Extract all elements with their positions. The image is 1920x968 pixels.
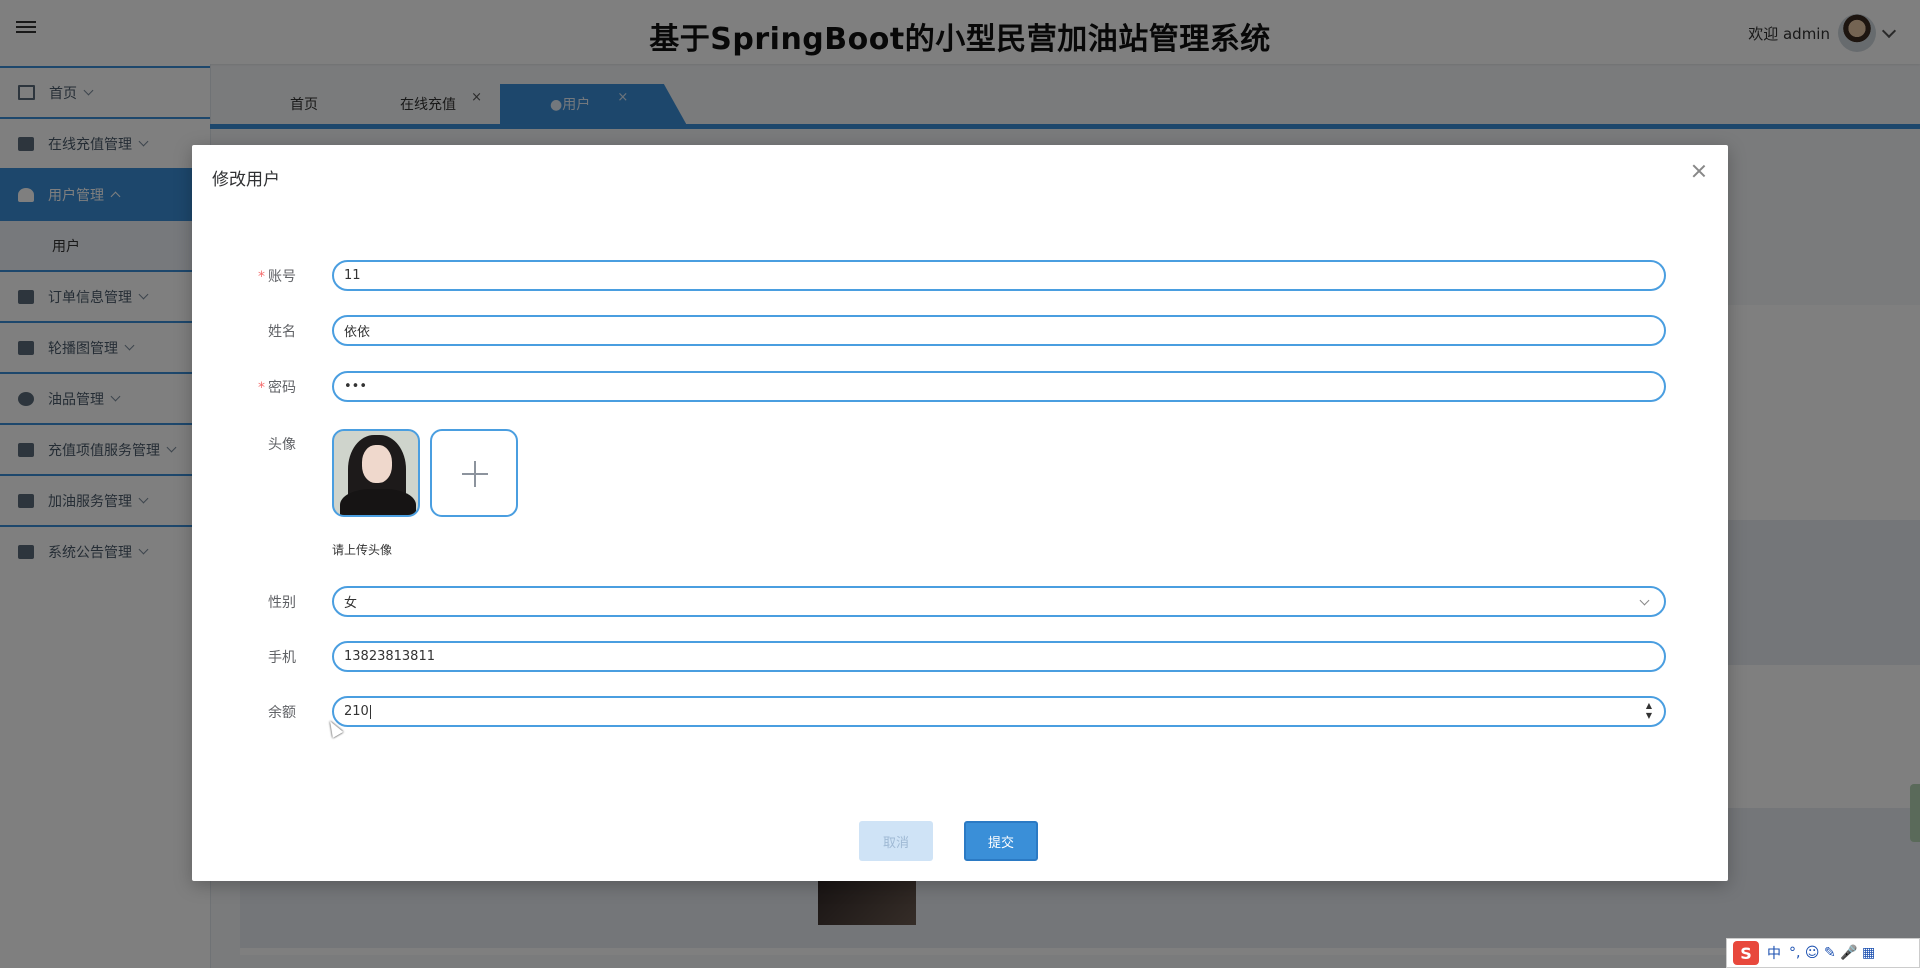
text-caret — [369, 704, 371, 719]
side-widget[interactable] — [1910, 784, 1920, 842]
balance-field[interactable]: 210 ▲ ▼ — [332, 696, 1666, 727]
phone-field[interactable]: 13823813811 — [332, 641, 1666, 672]
phone-value: 13823813811 — [344, 649, 435, 664]
dialog-title: 修改用户 — [212, 170, 280, 190]
close-icon[interactable] — [1690, 163, 1708, 181]
required-mark: * — [258, 380, 265, 396]
upload-avatar-button[interactable] — [430, 429, 518, 517]
gender-label: 性别 — [268, 595, 296, 611]
upload-tip: 请上传头像 — [332, 543, 393, 557]
avatar-preview-image[interactable] — [332, 429, 420, 517]
avatar-label: 头像 — [268, 437, 296, 453]
chevron-down-icon — [1639, 595, 1650, 606]
password-value: ••• — [344, 379, 368, 394]
number-stepper-icon[interactable]: ▲ ▼ — [1646, 701, 1652, 721]
name-label: 姓名 — [268, 324, 296, 340]
ime-toolbar[interactable]: S 中 °, ☺ ✎ 🎤 ▦ — [1726, 938, 1920, 968]
required-mark: * — [258, 269, 265, 285]
account-field[interactable]: 11 — [332, 260, 1666, 291]
name-value: 依依 — [344, 325, 371, 340]
field-label-text: 账号 — [268, 269, 296, 285]
ime-mode-label[interactable]: 中 — [1767, 943, 1781, 963]
cancel-button[interactable]: 取消 — [859, 821, 933, 861]
sogou-logo-icon: S — [1733, 941, 1759, 965]
submit-button[interactable]: 提交 — [964, 821, 1038, 861]
balance-label: 余额 — [268, 705, 296, 721]
password-label: * 密码 — [192, 377, 296, 397]
ime-symbols[interactable]: °, ☺ ✎ 🎤 ▦ — [1789, 945, 1875, 961]
field-label-text: 密码 — [268, 380, 296, 396]
phone-label: 手机 — [268, 650, 296, 666]
account-label: * 账号 — [192, 266, 296, 286]
password-field[interactable]: ••• — [332, 371, 1666, 402]
name-field[interactable]: 依依 — [332, 315, 1666, 346]
balance-value: 210 — [344, 704, 369, 719]
account-value: 11 — [344, 268, 361, 283]
edit-user-dialog: 修改用户 * 账号 11 姓名 依依 * 密码 ••• 头像 请上传头像 性别 女 … — [192, 145, 1728, 881]
gender-select[interactable]: 女 — [332, 586, 1666, 617]
gender-value: 女 — [344, 596, 358, 611]
